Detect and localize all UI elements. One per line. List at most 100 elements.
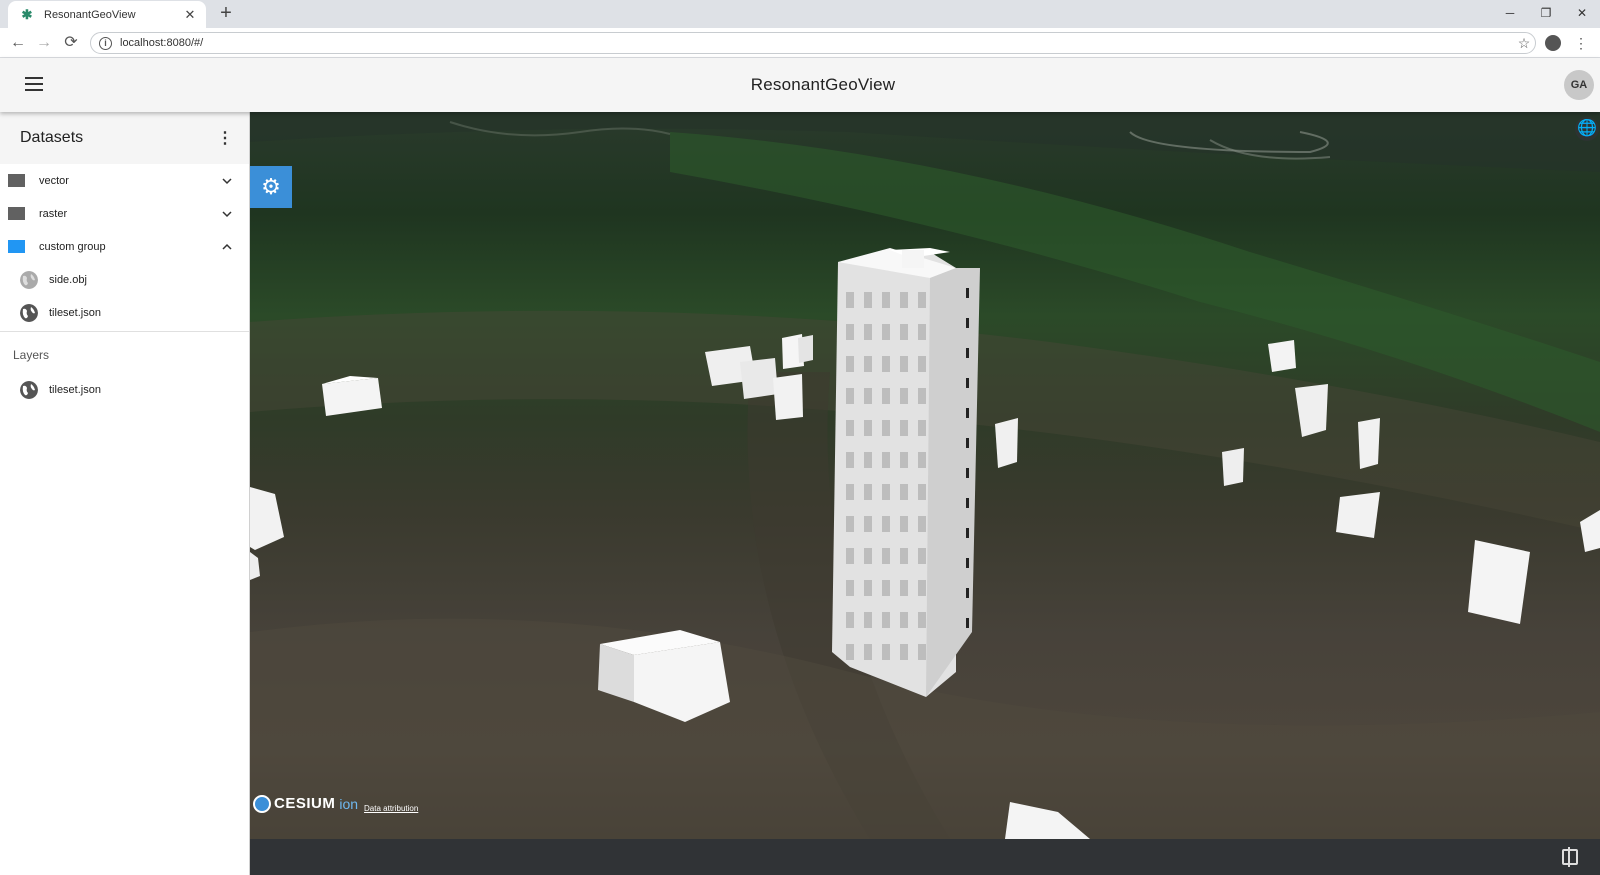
- cesium-ion-logo[interactable]: CESIUM ion Data attribution: [253, 794, 418, 813]
- folder-icon: [8, 174, 25, 187]
- tower-window: [900, 452, 908, 468]
- close-tab-icon[interactable]: ✕: [182, 7, 198, 23]
- tower-window: [918, 388, 926, 404]
- tower-window: [882, 388, 890, 404]
- tower-window: [966, 468, 969, 478]
- minimize-window-button[interactable]: ─: [1492, 0, 1528, 28]
- cesium-inspector-button[interactable]: ⚙: [250, 166, 292, 208]
- layer-label: tileset.json: [49, 384, 101, 396]
- tower-window: [846, 580, 854, 596]
- tower-window: [846, 324, 854, 340]
- dataset-group-vector[interactable]: vector: [0, 164, 249, 197]
- info-icon[interactable]: i: [99, 36, 112, 50]
- restore-window-button[interactable]: ❐: [1528, 0, 1564, 28]
- tower-window: [882, 292, 890, 308]
- dataset-file-tileset-json[interactable]: tileset.json: [0, 296, 249, 329]
- tower-window: [900, 324, 908, 340]
- layers-title: Layers: [13, 348, 50, 362]
- file-label: tileset.json: [49, 306, 101, 319]
- tower-window: [900, 356, 908, 372]
- tower-window: [864, 452, 872, 468]
- map-viewport[interactable]: ⚙ 🌐 CESIUM ion Data attribution: [250, 112, 1600, 839]
- datasets-menu-icon[interactable]: ⋮: [217, 128, 233, 148]
- chevron-up-icon[interactable]: [221, 241, 233, 253]
- group-label: custom group: [39, 240, 106, 253]
- address-bar[interactable]: i localhost:8080/#/ ☆: [90, 32, 1536, 54]
- browser-menu-icon[interactable]: ⋮: [1574, 33, 1588, 53]
- tower-window: [882, 516, 890, 532]
- tower-window: [918, 420, 926, 436]
- tower-window: [966, 378, 969, 388]
- tower-window: [966, 348, 969, 358]
- chevron-down-icon[interactable]: [221, 175, 233, 187]
- tower-window: [846, 420, 854, 436]
- tower-model: [832, 248, 980, 697]
- tower-window: [900, 484, 908, 500]
- cesium-ion-text: ion: [339, 795, 359, 812]
- tower-window: [900, 420, 908, 436]
- tower-window: [900, 292, 908, 308]
- tower-window: [864, 644, 872, 660]
- tower-window: [846, 356, 854, 372]
- tower-window: [918, 452, 926, 468]
- globe-icon: [20, 270, 38, 289]
- datasets-title: Datasets: [20, 129, 84, 146]
- tower-window: [900, 644, 908, 660]
- tower-window: [846, 612, 854, 628]
- chevron-down-icon[interactable]: [221, 208, 233, 220]
- globe-icon: [20, 381, 38, 399]
- dataset-group-raster[interactable]: raster: [0, 197, 249, 230]
- tower-window: [966, 408, 969, 418]
- browser-tab[interactable]: ✱ ResonantGeoView ✕: [8, 1, 206, 28]
- tower-window: [846, 452, 854, 468]
- close-window-button[interactable]: ✕: [1564, 0, 1600, 28]
- forward-button[interactable]: →: [33, 32, 55, 54]
- address-url[interactable]: localhost:8080/#/: [120, 37, 1513, 49]
- sidebar: Datasets ⋮ vector raster custom group si…: [0, 112, 250, 875]
- tower-window: [966, 588, 969, 598]
- cesium-wordmark: CESIUM: [274, 795, 336, 812]
- tower-window: [918, 324, 926, 340]
- tower-window: [882, 548, 890, 564]
- fullscreen-toggle-icon[interactable]: [1562, 847, 1578, 867]
- tower-window: [882, 324, 890, 340]
- tower-window: [918, 516, 926, 532]
- bookmark-star-icon[interactable]: ☆: [1513, 35, 1535, 52]
- tower-window: [900, 548, 908, 564]
- group-label: raster: [39, 207, 68, 220]
- user-avatar[interactable]: GA: [1564, 70, 1594, 100]
- tower-window: [846, 388, 854, 404]
- tower-window: [864, 388, 872, 404]
- folder-icon: [8, 240, 25, 253]
- reload-button[interactable]: ⟳: [60, 32, 82, 54]
- tower-window: [846, 548, 854, 564]
- tower-window: [864, 580, 872, 596]
- tower-window: [966, 438, 969, 448]
- tower-window: [918, 612, 926, 628]
- dataset-group-custom[interactable]: custom group: [0, 230, 249, 263]
- dataset-file-side-obj[interactable]: side.obj: [0, 263, 249, 296]
- tower-window: [882, 612, 890, 628]
- tower-window: [846, 644, 854, 660]
- file-label: side.obj: [49, 273, 87, 286]
- datasets-header: Datasets ⋮: [0, 112, 249, 164]
- back-button[interactable]: ←: [7, 32, 29, 54]
- layer-item-tileset-json[interactable]: tileset.json: [0, 372, 249, 408]
- data-attribution-link[interactable]: Data attribution: [364, 804, 418, 813]
- browser-tab-strip: ✱ ResonantGeoView ✕ + ─ ❐ ✕: [0, 0, 1600, 28]
- app-bar: ResonantGeoView GA: [0, 58, 1600, 112]
- tower-window: [864, 548, 872, 564]
- tower-window: [966, 288, 969, 298]
- scene-mode-globe-icon[interactable]: 🌐: [1575, 117, 1599, 141]
- tower-window: [918, 548, 926, 564]
- favicon-icon: ✱: [21, 6, 33, 22]
- tower-window: [882, 580, 890, 596]
- tower-window: [864, 516, 872, 532]
- tower-window: [864, 612, 872, 628]
- new-tab-button[interactable]: +: [216, 3, 236, 24]
- folder-icon: [8, 207, 25, 220]
- tower-window: [882, 484, 890, 500]
- browser-toolbar: ← → ⟳ i localhost:8080/#/ ☆ ⋮: [0, 28, 1600, 58]
- tower-window: [882, 644, 890, 660]
- account-icon[interactable]: [1545, 35, 1561, 51]
